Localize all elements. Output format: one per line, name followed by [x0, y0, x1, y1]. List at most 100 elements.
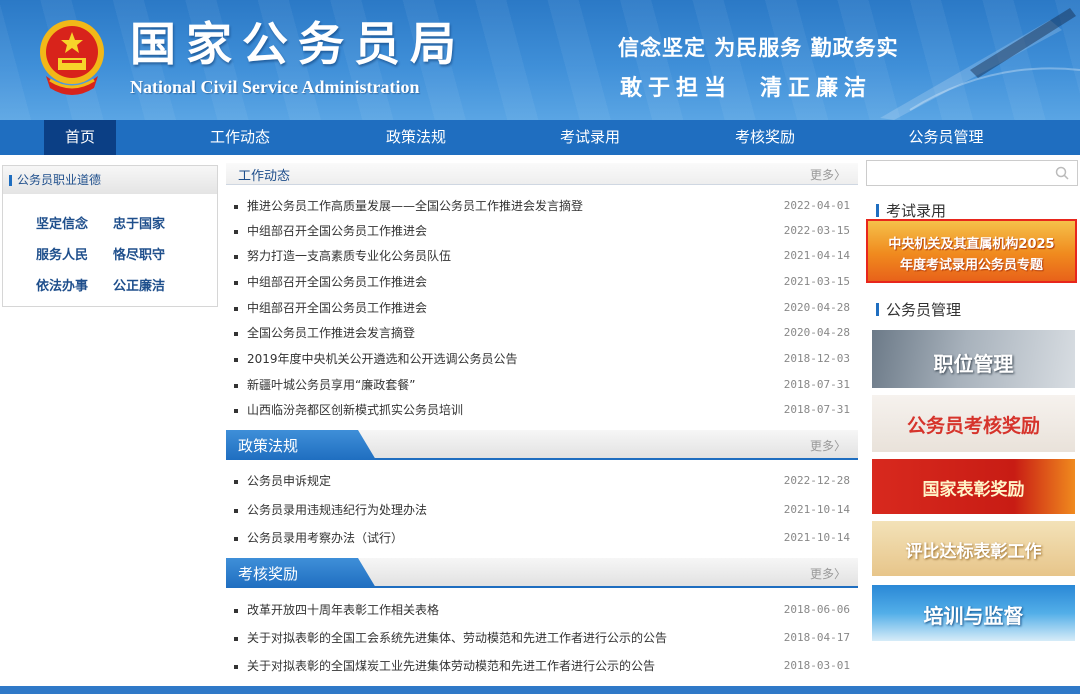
news-row[interactable]: 山西临汾尧都区创新模式抓实公务员培训 2018-07-31	[234, 400, 850, 420]
assessment-reward-banner[interactable]: 公务员考核奖励	[872, 395, 1075, 452]
news-date: 2020-04-28	[783, 301, 850, 314]
news-title[interactable]: 推进公务员工作高质量发展——全国公务员工作推进会发言摘登	[247, 196, 583, 216]
bullet-icon	[234, 409, 238, 413]
news-row[interactable]: 改革开放四十周年表彰工作相关表格 2018-06-06	[234, 600, 850, 620]
news-title[interactable]: 中组部召开全国公务员工作推进会	[247, 272, 427, 292]
news-row[interactable]: 关于对拟表彰的全国煤炭工业先进集体劳动模范和先进工作者进行公示的公告 2018-0…	[234, 656, 850, 676]
bullet-icon	[234, 480, 238, 484]
news-row[interactable]: 中组部召开全国公务员工作推进会 2022-03-15	[234, 221, 850, 241]
banner-label: 职位管理	[933, 352, 1014, 376]
news-row[interactable]: 推进公务员工作高质量发展——全国公务员工作推进会发言摘登 2022-04-01	[234, 196, 850, 216]
news-date: 2022-12-28	[783, 474, 850, 487]
news-title[interactable]: 改革开放四十周年表彰工作相关表格	[247, 600, 439, 620]
news-row[interactable]: 公务员录用考察办法（试行） 2021-10-14	[234, 528, 850, 548]
news-date: 2022-04-01	[783, 199, 850, 212]
main-nav: 首页 工作动态 政策法规 考试录用 考核奖励 公务员管理	[0, 120, 1080, 155]
news-date: 2018-03-01	[783, 659, 850, 672]
ethic-item[interactable]: 坚定信念	[36, 213, 88, 232]
news-title[interactable]: 山西临汾尧都区创新模式抓实公务员培训	[247, 400, 463, 420]
ethic-item[interactable]: 服务人民	[36, 244, 88, 263]
ethic-item[interactable]: 恪尽职守	[113, 244, 165, 263]
nav-home[interactable]: 首页	[44, 120, 116, 155]
search-box[interactable]	[866, 160, 1078, 186]
banner-label: 公务员考核奖励	[906, 415, 1040, 437]
training-supervision-banner[interactable]: 培训与监督	[872, 585, 1075, 641]
work-news-more-link[interactable]: 更多〉	[810, 166, 846, 183]
news-date: 2022-03-15	[783, 224, 850, 237]
nav-work-news[interactable]: 工作动态	[200, 120, 280, 155]
site-title: 国家公务员局	[130, 17, 466, 71]
position-mgmt-banner[interactable]: 职位管理	[872, 330, 1075, 388]
bullet-icon	[234, 637, 238, 641]
news-date: 2018-04-17	[783, 631, 850, 644]
bullet-icon	[234, 384, 238, 388]
national-commendation-banner[interactable]: 国家表彰奖励	[872, 459, 1075, 514]
work-news-title[interactable]: 工作动态	[238, 165, 290, 184]
news-row[interactable]: 努力打造一支高素质专业化公务员队伍 2021-04-14	[234, 246, 850, 266]
news-date: 2018-07-31	[783, 403, 850, 416]
bullet-icon	[234, 358, 238, 362]
news-row[interactable]: 新疆叶城公务员享用“廉政套餐” 2018-07-31	[234, 375, 850, 395]
bullet-icon	[234, 332, 238, 336]
ethics-title: 公务员职业道德	[3, 166, 217, 194]
reward-title[interactable]: 考核奖励	[238, 563, 298, 584]
nav-exam[interactable]: 考试录用	[550, 120, 630, 155]
news-date: 2021-10-14	[783, 503, 850, 516]
reward-header: 考核奖励 更多〉	[226, 558, 858, 588]
search-icon[interactable]	[1055, 166, 1069, 180]
news-title[interactable]: 公务员录用违规违纪行为处理办法	[247, 500, 427, 520]
nav-policy[interactable]: 政策法规	[376, 120, 456, 155]
nav-civil-servant-mgmt[interactable]: 公务员管理	[896, 120, 996, 155]
news-row[interactable]: 2019年度中央机关公开遴选和公开选调公务员公告 2018-12-03	[234, 349, 850, 369]
news-date: 2021-10-14	[783, 531, 850, 544]
bullet-icon	[234, 255, 238, 259]
news-title[interactable]: 中组部召开全国公务员工作推进会	[247, 221, 427, 241]
ethic-item[interactable]: 依法办事	[36, 275, 88, 294]
national-emblem-icon[interactable]	[36, 18, 108, 98]
bullet-icon	[234, 281, 238, 285]
bullet-icon	[234, 307, 238, 311]
news-title[interactable]: 中组部召开全国公务员工作推进会	[247, 298, 427, 318]
pen-decoration-icon	[880, 8, 1080, 120]
news-title[interactable]: 关于对拟表彰的全国煤炭工业先进集体劳动模范和先进工作者进行公示的公告	[247, 656, 655, 676]
banner-label: 评比达标表彰工作	[905, 542, 1042, 562]
ethic-item[interactable]: 公正廉洁	[113, 275, 165, 294]
news-date: 2018-07-31	[783, 378, 850, 391]
news-row[interactable]: 中组部召开全国公务员工作推进会 2020-04-28	[234, 298, 850, 318]
bullet-icon	[234, 230, 238, 234]
nav-reward[interactable]: 考核奖励	[725, 120, 805, 155]
news-row[interactable]: 全国公务员工作推进会发言摘登 2020-04-28	[234, 323, 850, 343]
exam-banner-line1: 中央机关及其直属机构2025	[888, 237, 1055, 252]
site-header: 国家公务员局 National Civil Service Administra…	[0, 0, 1080, 120]
news-title[interactable]: 关于对拟表彰的全国工会系统先进集体、劳动模范和先进工作者进行公示的公告	[247, 628, 667, 648]
exam-banner-line2: 年度考试录用公务员专题	[899, 258, 1043, 273]
news-title[interactable]: 公务员申诉规定	[247, 471, 331, 491]
footer-bar	[0, 686, 1080, 694]
news-row[interactable]: 公务员申诉规定 2022-12-28	[234, 471, 850, 491]
news-row[interactable]: 中组部召开全国公务员工作推进会 2021-03-15	[234, 272, 850, 292]
news-title[interactable]: 新疆叶城公务员享用“廉政套餐”	[247, 375, 415, 395]
site-subtitle: National Civil Service Administration	[130, 77, 420, 97]
bullet-icon	[234, 205, 238, 209]
news-row[interactable]: 关于对拟表彰的全国工会系统先进集体、劳动模范和先进工作者进行公示的公告 2018-…	[234, 628, 850, 648]
exam-section-title[interactable]: 考试录用	[876, 200, 946, 221]
mgmt-section-title[interactable]: 公务员管理	[876, 299, 961, 320]
news-row[interactable]: 公务员录用违规违纪行为处理办法 2021-10-14	[234, 500, 850, 520]
evaluation-banner[interactable]: 评比达标表彰工作	[872, 521, 1075, 576]
reward-more-link[interactable]: 更多〉	[810, 565, 846, 582]
exam-2025-banner[interactable]: 中央机关及其直属机构2025 年度考试录用公务员专题	[866, 219, 1077, 283]
bullet-icon	[234, 509, 238, 513]
bullet-icon	[234, 537, 238, 541]
bullet-icon	[234, 609, 238, 613]
policy-title[interactable]: 政策法规	[238, 435, 298, 456]
ethics-box: 公务员职业道德	[2, 165, 218, 307]
policy-header: 政策法规 更多〉	[226, 430, 858, 460]
news-title[interactable]: 努力打造一支高素质专业化公务员队伍	[247, 246, 451, 266]
news-title[interactable]: 全国公务员工作推进会发言摘登	[247, 323, 415, 343]
work-news-header: 工作动态 更多〉	[226, 163, 858, 185]
ethic-item[interactable]: 忠于国家	[113, 213, 165, 232]
banner-label: 国家表彰奖励	[922, 480, 1025, 500]
news-title[interactable]: 2019年度中央机关公开遴选和公开选调公务员公告	[247, 349, 518, 369]
news-title[interactable]: 公务员录用考察办法（试行）	[247, 528, 403, 548]
policy-more-link[interactable]: 更多〉	[810, 437, 846, 454]
